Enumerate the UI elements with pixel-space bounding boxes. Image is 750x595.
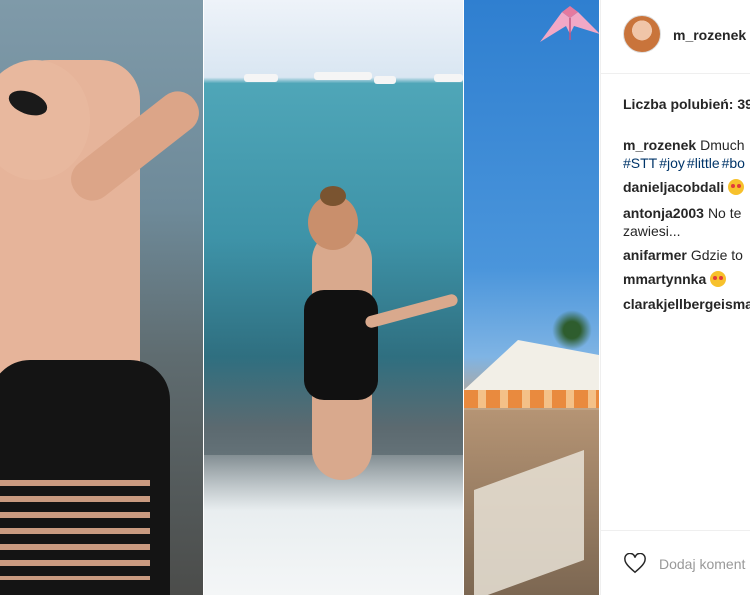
hashtag-link[interactable]: #STT bbox=[623, 155, 657, 171]
comment-text: Gdzie to bbox=[690, 247, 743, 263]
caption-text: Dmuch bbox=[700, 137, 745, 153]
comment: danieljacobdali bbox=[623, 178, 750, 196]
comment-text: No te bbox=[707, 205, 742, 221]
post-header: m_rozenek bbox=[601, 0, 750, 74]
kiss-emoji-icon bbox=[710, 271, 727, 287]
heart-icon[interactable] bbox=[624, 553, 646, 575]
boat bbox=[434, 74, 463, 82]
comment-username[interactable]: mmartynnka bbox=[623, 271, 706, 287]
add-comment-input[interactable]: Dodaj koment bbox=[659, 556, 745, 572]
likes-count[interactable]: Liczba polubień: 39 bbox=[623, 96, 750, 112]
caption: m_rozenek Dmuch #STT #joy #little #bo bbox=[623, 136, 750, 172]
hashtag-link[interactable]: #bo bbox=[722, 155, 745, 171]
username-link[interactable]: m_rozenek bbox=[673, 27, 746, 43]
comment-username[interactable]: clarakjellbergeisma bbox=[623, 296, 750, 312]
comment: anifarmer Gdzie to bbox=[623, 246, 750, 264]
hashtag-link[interactable]: #little bbox=[687, 155, 720, 171]
caption-username[interactable]: m_rozenek bbox=[623, 137, 696, 153]
boat bbox=[374, 76, 396, 84]
boat bbox=[244, 74, 278, 82]
post-footer: Dodaj koment bbox=[601, 530, 750, 595]
comment: mmartynnka bbox=[623, 270, 750, 288]
comment-username[interactable]: anifarmer bbox=[623, 247, 687, 263]
post-sidebar: m_rozenek Liczba polubień: 39 m_rozenek D… bbox=[600, 0, 750, 595]
swimsuit-stripes bbox=[0, 470, 150, 580]
palm-tree bbox=[552, 310, 592, 350]
kite-icon bbox=[540, 6, 599, 42]
heart-eyes-emoji-icon bbox=[728, 179, 745, 195]
comment-username[interactable]: antonja2003 bbox=[623, 205, 704, 221]
hair-bun bbox=[320, 186, 346, 206]
photo-panel-middle bbox=[204, 0, 463, 595]
hashtag-link[interactable]: #joy bbox=[659, 155, 685, 171]
photo-panel-right bbox=[464, 0, 599, 595]
comment: antonja2003 No te zawiesi... bbox=[623, 204, 750, 240]
photo-panel-left bbox=[0, 0, 203, 595]
comment-username[interactable]: danieljacobdali bbox=[623, 179, 724, 195]
striped-awning bbox=[464, 390, 599, 408]
yacht bbox=[314, 72, 372, 80]
avatar[interactable] bbox=[623, 15, 661, 53]
post-photo[interactable] bbox=[0, 0, 599, 595]
comment: clarakjellbergeisma bbox=[623, 295, 750, 313]
comment-text-continued: zawiesi... bbox=[623, 223, 681, 239]
swimsuit bbox=[304, 290, 378, 400]
figure-arm bbox=[364, 292, 459, 330]
